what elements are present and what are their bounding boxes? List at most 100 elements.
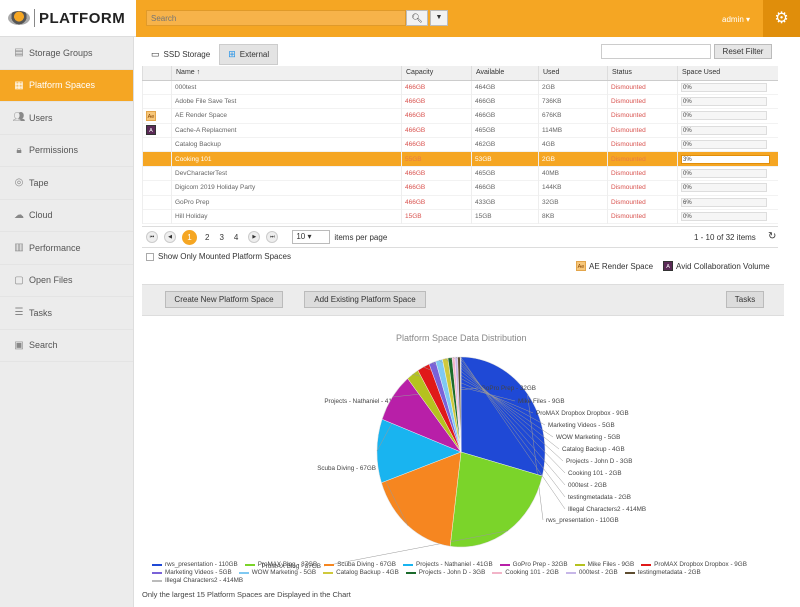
next-page-button[interactable]: ▶ (248, 231, 261, 243)
cell-capacity: 466GB (401, 80, 472, 95)
legend-item[interactable]: Catalog Backup - 4GB (323, 569, 399, 577)
table-row[interactable]: A Cache-A Replacment 466GB 465GB 114MB Dismou… (142, 123, 778, 138)
sidebar-item-permissions[interactable]: 🔒︎ Permissions (0, 135, 133, 167)
tasks-button[interactable]: Tasks (726, 291, 764, 308)
sidebar-item-search[interactable]: ▣ Search (0, 330, 133, 362)
column-header-status[interactable]: Status (607, 66, 678, 81)
add-existing-platform-space-button[interactable]: Add Existing Platform Space (304, 291, 426, 308)
legend-item[interactable]: testingmetadata - 2GB (624, 569, 701, 577)
cell-used: 2GB (538, 80, 608, 95)
column-header-used[interactable]: Used (538, 66, 608, 81)
table-row[interactable]: GoPro Prep 466GB 433GB 32GB Dismounted 6% (142, 195, 778, 210)
page-2[interactable]: 2 (205, 233, 209, 242)
checkbox-icon (146, 252, 154, 261)
cell-name: 000test (171, 80, 402, 95)
space-used-bar: 3% (681, 154, 770, 164)
sidebar-item-performance[interactable]: ▥ Performance (0, 232, 133, 265)
cell-space-used: 0% (677, 80, 778, 95)
legend-item[interactable]: 000test - 2GB (565, 569, 618, 577)
user-menu[interactable]: admin ▾ (722, 15, 750, 24)
tab-external[interactable]: ⊞ External (219, 44, 279, 65)
sidebar-item-label: Tape (29, 177, 49, 188)
action-bar: Create New Platform Space Add Existing P… (142, 284, 784, 316)
legend-item[interactable]: ProMAX Blog - 87GB (244, 561, 317, 569)
lock-icon: 🔒︎ (16, 144, 22, 156)
table-row[interactable]: Cooking 101 55GB 53GB 2GB Dismounted 3% (142, 151, 778, 167)
sidebar-item-label: Performance (29, 242, 81, 253)
table-row[interactable]: Digicom 2019 Holiday Party 466GB 466GB 144K… (142, 180, 778, 196)
prev-page-button[interactable]: ◀ (164, 231, 176, 243)
search-dropdown-button[interactable]: ▼ (430, 10, 448, 26)
create-platform-space-button[interactable]: Create New Platform Space (165, 291, 283, 308)
sidebar-item-tape[interactable]: ◎ Tape (0, 167, 133, 200)
table-row[interactable]: Catalog Backup 466GB 462GB 4GB Dismounted 0% (142, 137, 778, 152)
icon-column-header (142, 66, 172, 81)
cell-status: Dismounted (607, 137, 678, 152)
column-header-capacity[interactable]: Capacity (401, 66, 472, 81)
table-row[interactable]: Adobe File Save Test 466GB 466GB 736KB Dismo… (142, 94, 778, 109)
sidebar-item-label: Storage Groups (29, 47, 93, 58)
legend-item[interactable]: Cooking 101 - 2GB (492, 569, 559, 577)
legend-item[interactable]: Projects - Nathaniel - 41GB (403, 561, 493, 569)
reset-filter-button[interactable]: Reset Filter (714, 44, 772, 59)
users-icon: 👥︎ (12, 112, 26, 124)
cell-capacity: 466GB (401, 180, 472, 196)
chart-legend: rws_presentation - 110GB ProMAX Blog - 87… (152, 561, 782, 585)
search-input[interactable] (146, 10, 406, 26)
sidebar-item-tasks[interactable]: ☰ Tasks (0, 297, 133, 330)
sidebar-item-cloud[interactable]: ☁ Cloud (0, 200, 133, 232)
legend-item[interactable]: Projects - John D - 3GB (405, 569, 485, 577)
column-header-name[interactable]: Name ↑ (171, 66, 402, 81)
cell-status: Dismounted (607, 209, 678, 224)
table-row[interactable]: Hill Holiday 15GB 15GB 8KB Dismounted 0% (142, 209, 778, 224)
column-header-space-used[interactable]: Space Used (677, 66, 778, 81)
legend-item[interactable]: ProMAX Dropbox Dropbox - 9GB (641, 561, 747, 569)
row-type-icon: A (142, 123, 172, 138)
legend-item[interactable]: GoPro Prep - 32GB (499, 561, 568, 569)
legend-item[interactable]: Marketing Videos - 5GB (152, 569, 232, 577)
table-row[interactable]: Ae AE Render Space 466GB 466GB 676KB Dismount… (142, 108, 778, 124)
settings-button[interactable]: ⚙ (763, 0, 800, 37)
search-button[interactable]: 🔍︎ (406, 10, 428, 26)
legend-item[interactable]: rws_presentation - 110GB (152, 561, 238, 569)
windows-icon: ⊞ (228, 49, 236, 59)
cell-capacity: 466GB (401, 166, 472, 181)
cell-used: 2GB (538, 151, 608, 167)
sidebar-item-open-files[interactable]: ▢ Open Files (0, 265, 133, 297)
sidebar-item-label: Search (29, 340, 58, 351)
cell-available: 433GB (471, 195, 539, 210)
sidebar-item-users[interactable]: 👥︎ Users (0, 102, 133, 135)
first-page-button[interactable]: ⏮ (146, 231, 158, 243)
space-type-legend: Ae AE Render Space A Avid Collaboration … (576, 261, 770, 271)
pie-label: Illegal Characters2 - 414MB (568, 506, 646, 513)
legend-item[interactable]: Scuba Diving - 67GB (324, 561, 396, 569)
cell-capacity: 55GB (401, 151, 472, 167)
ae-render-space-icon: Ae (146, 110, 156, 121)
table-row[interactable]: 000test 466GB 464GB 2GB Dismounted 0% (142, 80, 778, 95)
item-count: 1 - 10 of 32 items (694, 233, 756, 242)
cell-name: DevCharacterTest (171, 166, 402, 181)
search-icon: 🔍︎ (411, 13, 423, 23)
pie-label: ProMAX Dropbox Dropbox - 9GB (536, 410, 629, 417)
table-row[interactable]: DevCharacterTest 466GB 465GB 40MB Dismounted… (142, 166, 778, 181)
column-header-available[interactable]: Available (471, 66, 539, 81)
page-4[interactable]: 4 (234, 233, 238, 242)
last-page-button[interactable]: ⏭ (266, 231, 279, 243)
page-1[interactable]: 1 (182, 229, 197, 245)
refresh-icon[interactable]: ↻ (768, 231, 776, 242)
legend-item[interactable]: Illegal Characters2 - 414MB (152, 577, 243, 585)
cell-available: 465GB (471, 123, 539, 138)
legend-item[interactable]: WOW Marketing - 5GB (238, 569, 316, 577)
page-size-select[interactable]: 10 ▾ (292, 230, 331, 244)
legend-item[interactable]: Mike Files - 9GB (574, 561, 634, 569)
cell-available: 466GB (471, 108, 539, 124)
cell-space-used: 0% (677, 180, 778, 196)
filter-input[interactable] (601, 44, 711, 59)
show-mounted-checkbox[interactable]: Show Only Mounted Platform Spaces (146, 252, 291, 261)
sidebar-item-platform-spaces[interactable]: ▦ Platform Spaces (0, 69, 133, 102)
pie-label: GoPro Prep - 32GB (481, 385, 536, 392)
page-3[interactable]: 3 (219, 233, 223, 242)
pie-label: Scuba Diving - 67GB (317, 465, 376, 472)
tab-ssd-storage[interactable]: ▭ SSD Storage (142, 44, 219, 65)
sidebar-item-storage-groups[interactable]: ▤ Storage Groups (0, 37, 133, 70)
